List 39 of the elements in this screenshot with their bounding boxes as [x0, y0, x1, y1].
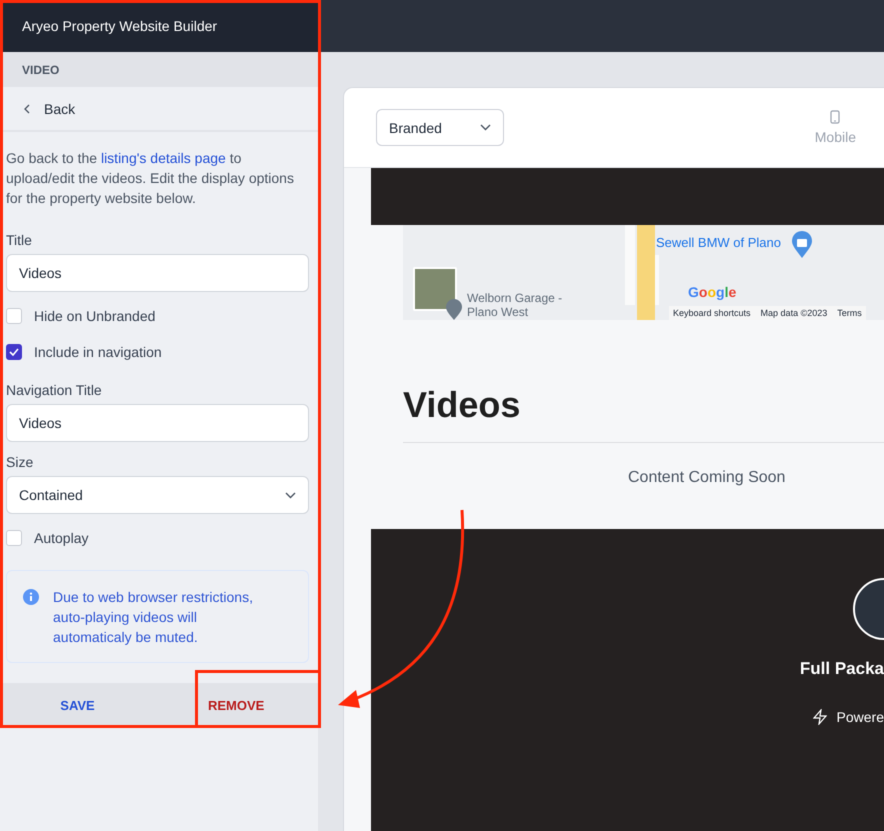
size-dropdown[interactable]: Contained: [6, 476, 309, 514]
place-label: Welborn Garage - Plano West: [467, 291, 564, 319]
checkmark-icon: [9, 348, 19, 356]
company-logo-icon: [851, 577, 884, 641]
text-field[interactable]: Videos: [6, 254, 309, 292]
field-label: Title: [6, 232, 33, 248]
back-button[interactable]: Back: [24, 100, 76, 116]
intro-text: Go back to the listing's details page to upload/edit the videos. Edit the display options for the property website below.: [6, 149, 295, 208]
chevron-left-icon: [24, 104, 30, 114]
notice-text: Due to web browser restrictions, auto-playing videos will automaticaly be muted.: [53, 588, 254, 646]
lightning-icon: [812, 709, 827, 725]
map-link[interactable]: Keyboard shortcuts: [673, 308, 751, 318]
checkbox-label: Include in navigation: [34, 344, 162, 360]
map-logo: Google: [688, 284, 736, 300]
place-label: Sewell BMW of Plano: [656, 235, 781, 250]
map[interactable]: Sewell BMW of Plano Welborn Garage - Plano West Google Keyboard shortcuts Map data ©2023 Terms: [403, 225, 884, 320]
field-label: Navigation Title: [6, 382, 103, 398]
photo-placeholder[interactable]: [413, 267, 457, 311]
field-label: Size: [6, 454, 34, 470]
map-link[interactable]: Terms: [837, 308, 862, 318]
map-pin-icon: [445, 299, 463, 320]
company-name: Full Packa: [800, 659, 884, 679]
map-attribution: Map data ©2023: [760, 308, 828, 318]
section-header: VIDEO: [0, 52, 318, 87]
branding-dropdown[interactable]: Branded: [376, 109, 504, 146]
chevron-down-icon: [285, 492, 296, 498]
powered-by-text: Powere: [836, 709, 884, 725]
checkbox-label: Autoplay: [34, 530, 88, 546]
checkbox[interactable]: [6, 344, 22, 360]
window-title: Aryeo Property Website Builder: [0, 0, 318, 52]
shop-pin-icon: [791, 231, 813, 259]
chevron-down-icon: [480, 124, 491, 131]
empty-state-text: Content Coming Soon: [627, 468, 786, 488]
section-heading: Videos: [403, 384, 522, 426]
phone-icon: [830, 110, 840, 124]
checkbox-label: Hide on Unbranded: [34, 308, 156, 324]
text-field[interactable]: Videos: [6, 404, 309, 442]
details-page-link[interactable]: listing's details page: [100, 150, 226, 166]
info-icon: [23, 589, 39, 605]
